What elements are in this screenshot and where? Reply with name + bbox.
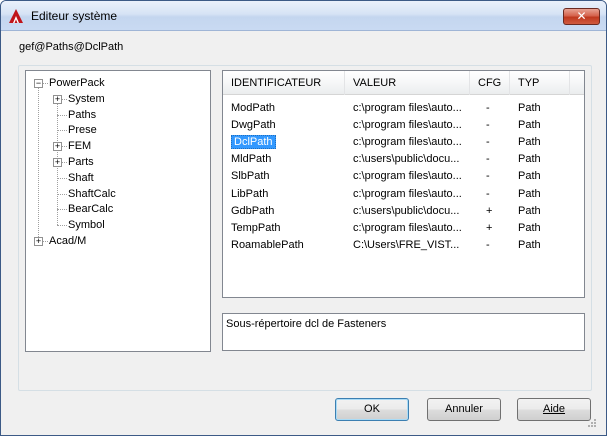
collapse-minus-icon[interactable]: − (34, 79, 43, 88)
expand-plus-icon[interactable]: + (53, 158, 62, 167)
table-row[interactable]: TempPath c:\program files\auto... + Path (223, 220, 584, 237)
ok-button[interactable]: OK (335, 398, 409, 421)
cell-cfg: - (486, 238, 490, 251)
cell-valeur: c:\users\public\docu... (353, 204, 460, 217)
cell-identificateur: LibPath (231, 186, 268, 203)
expand-plus-icon[interactable]: + (34, 237, 43, 246)
dialog-client: gef@Paths@DclPath − PowerPack + System Paths… (8, 32, 599, 430)
title-bar[interactable]: Editeur système ✕ (1, 1, 606, 31)
cell-identificateur: SlbPath (231, 168, 270, 185)
cell-valeur: c:\program files\auto... (353, 136, 462, 149)
list-header: IDENTIFICATEUR VALEUR CFG TYP (223, 71, 584, 95)
cell-identificateur: RoamablePath (231, 237, 304, 254)
identificateur-text: GdbPath (231, 204, 275, 217)
category-tree[interactable]: − PowerPack + System Paths Prese + FEM + Parts Sha… (25, 70, 211, 352)
cell-cfg: - (486, 102, 490, 114)
cell-typ: Path (518, 153, 541, 166)
cell-valeur: c:\program files\auto... (353, 221, 462, 234)
column-header-typ[interactable]: TYP (510, 71, 570, 95)
identificateur-text: DclPath (231, 135, 276, 150)
tree-guide-line (57, 177, 67, 179)
cell-identificateur: TempPath (231, 220, 281, 237)
column-header-cfg[interactable]: CFG (470, 71, 510, 95)
table-row[interactable]: ModPath c:\program files\auto... - Path (223, 100, 584, 117)
cell-valeur: c:\program files\auto... (353, 119, 462, 132)
tree-item-fem[interactable]: FEM (68, 138, 91, 154)
cell-cfg: - (486, 136, 490, 149)
table-row[interactable]: LibPath c:\program files\auto... - Path (223, 186, 584, 203)
tree-item-system[interactable]: System (68, 91, 105, 107)
tree-item-shaftcalc[interactable]: ShaftCalc (68, 186, 116, 202)
tree-guide-line (38, 83, 39, 241)
cell-typ: Path (518, 136, 541, 149)
tree-item-bearcalc[interactable]: BearCalc (68, 201, 113, 217)
table-row[interactable]: MldPath c:\users\public\docu... - Path (223, 151, 584, 168)
identificateur-text: ModPath (231, 102, 276, 114)
identificateur-text: TempPath (231, 221, 281, 234)
tree-item-shaft[interactable]: Shaft (68, 170, 94, 186)
column-header-identificateur[interactable]: IDENTIFICATEUR (223, 71, 345, 95)
help-button[interactable]: Aide (517, 398, 591, 421)
cell-cfg: - (486, 187, 490, 200)
cell-valeur: C:\Users\FRE_VIST... (353, 238, 460, 251)
autocad-app-icon (9, 9, 23, 23)
current-path-label: gef@Paths@DclPath (19, 41, 124, 53)
cell-typ: Path (518, 102, 541, 114)
close-button[interactable]: ✕ (563, 8, 600, 25)
identificateur-text: DwgPath (231, 119, 276, 132)
cell-cfg: - (486, 170, 490, 183)
column-header-valeur[interactable]: VALEUR (345, 71, 470, 95)
table-row[interactable]: GdbPath c:\users\public\docu... + Path (223, 203, 584, 220)
expand-plus-icon[interactable]: + (53, 142, 62, 152)
tree-guide-line (57, 225, 67, 227)
cell-identificateur: DwgPath (231, 117, 276, 134)
cell-valeur: c:\program files\auto... (353, 187, 462, 200)
identificateur-text: SlbPath (231, 170, 270, 183)
table-row[interactable]: DwgPath c:\program files\auto... - Path (223, 117, 584, 134)
cell-valeur: c:\program files\auto... (353, 102, 462, 114)
expand-plus-icon[interactable]: + (53, 94, 62, 104)
tree-guide-line (57, 193, 67, 195)
cell-typ: Path (518, 221, 541, 234)
property-list[interactable]: IDENTIFICATEUR VALEUR CFG TYP ModPath c:\… (222, 70, 585, 298)
cell-valeur: c:\program files\auto... (353, 170, 462, 183)
cell-typ: Path (518, 119, 541, 132)
cell-identificateur: ModPath (231, 100, 275, 117)
cell-typ: Path (518, 238, 541, 251)
tree-item-powerpack[interactable]: PowerPack (49, 75, 105, 91)
cell-typ: Path (518, 204, 541, 217)
cell-identificateur: MldPath (231, 151, 271, 168)
tree-item-parts[interactable]: Parts (68, 154, 94, 170)
tree-guide-line (57, 130, 67, 132)
table-row[interactable]: DclPath c:\program files\auto... - Path (223, 134, 584, 151)
cell-valeur: c:\users\public\docu... (353, 153, 460, 166)
cancel-button[interactable]: Annuler (427, 398, 501, 421)
help-button-label: Aide (542, 403, 566, 415)
cell-cfg: + (486, 204, 493, 217)
table-row[interactable]: RoamablePath C:\Users\FRE_VIST... - Path (223, 237, 584, 254)
resize-grip-icon[interactable] (585, 416, 597, 428)
identificateur-text: MldPath (231, 153, 272, 166)
tree-item-paths[interactable]: Paths (68, 107, 96, 123)
table-row[interactable]: SlbPath c:\program files\auto... - Path (223, 168, 584, 185)
cell-cfg: + (486, 221, 493, 234)
cell-identificateur: DclPath (231, 134, 276, 151)
tree-item-symbol[interactable]: Symbol (68, 217, 105, 233)
tree-guide-line (57, 209, 67, 211)
identificateur-text: LibPath (231, 187, 269, 200)
tree-item-prese[interactable]: Prese (68, 122, 97, 138)
tree-guide-line (57, 114, 67, 116)
cell-identificateur: GdbPath (231, 203, 274, 220)
tree-item-acad-m[interactable]: Acad/M (49, 233, 86, 249)
cell-typ: Path (518, 170, 541, 183)
cell-typ: Path (518, 187, 541, 200)
window-title: Editeur système (31, 9, 118, 23)
description-text: Sous-répertoire dcl de Fasteners (226, 318, 387, 330)
editor-window: Editeur système ✕ gef@Paths@DclPath − Pow… (0, 0, 607, 436)
identificateur-text: RoamablePath (231, 238, 304, 251)
description-box: Sous-répertoire dcl de Fasteners (222, 313, 585, 351)
cell-cfg: - (486, 119, 490, 132)
cell-cfg: - (486, 153, 490, 166)
